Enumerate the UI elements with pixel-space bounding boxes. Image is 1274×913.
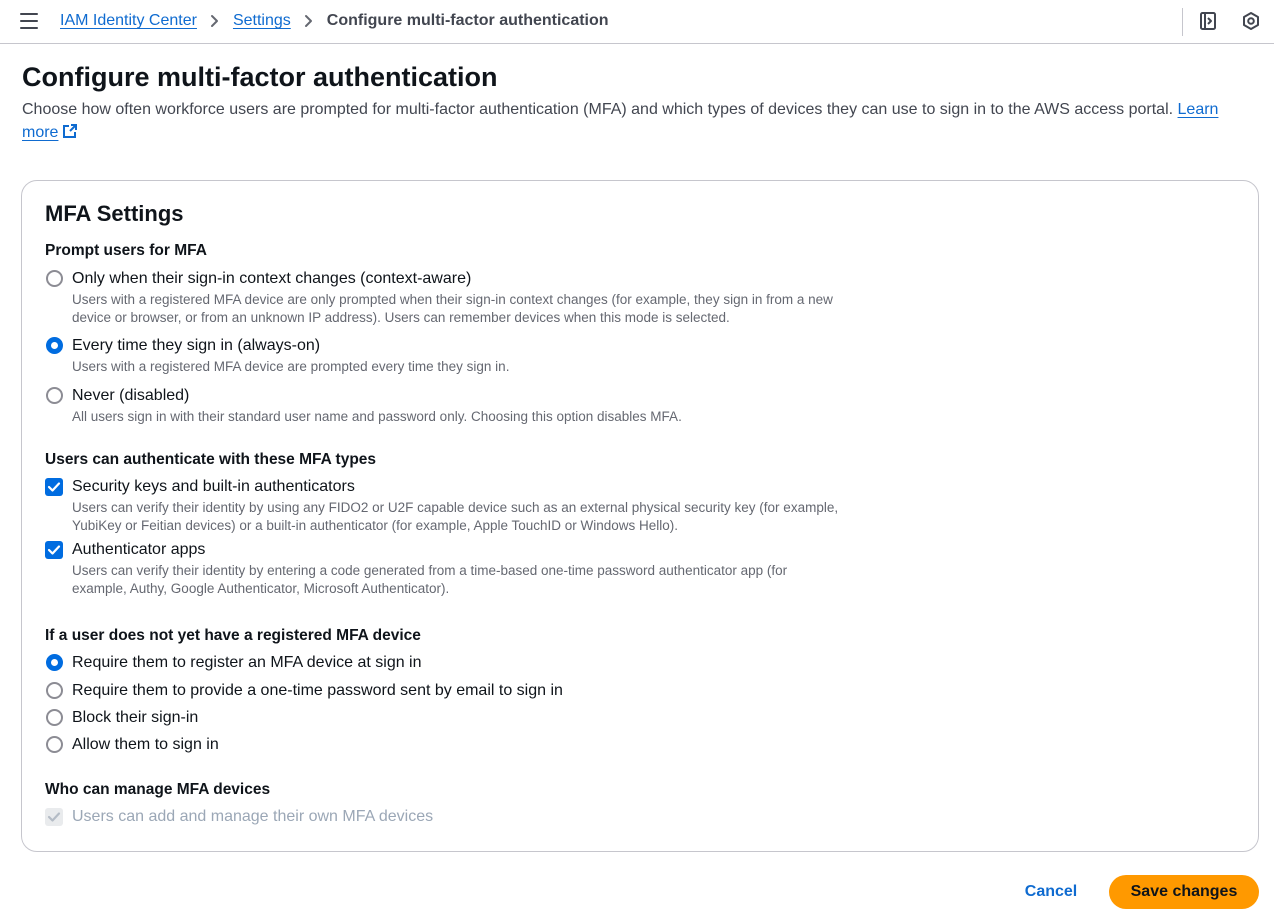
- option-description: Users with a registered MFA device are o…: [72, 292, 833, 325]
- option-label: Require them to register an MFA device a…: [72, 654, 422, 671]
- option-label: Never (disabled): [72, 387, 190, 404]
- manage-devices-group-label: Who can manage MFA devices: [45, 781, 271, 798]
- option-label: Require them to provide a one-time passw…: [72, 682, 563, 699]
- radio-button[interactable]: [46, 682, 63, 699]
- option-description: Users can verify their identity by enter…: [72, 563, 788, 596]
- check-icon: [47, 545, 61, 555]
- no-device-group-label: If a user does not yet have a registered…: [45, 627, 421, 644]
- option-description: Users with a registered MFA device are p…: [72, 359, 510, 374]
- settings-hex-icon[interactable]: [1241, 11, 1261, 31]
- radio-button[interactable]: [46, 709, 63, 726]
- option-description: Users can verify their identity by using…: [72, 500, 839, 533]
- page-description: Choose how often workforce users are pro…: [22, 98, 1242, 144]
- radio-button[interactable]: [46, 387, 63, 404]
- top-navigation-bar: IAM Identity Center Settings Configure m…: [0, 0, 1274, 44]
- breadcrumb-settings[interactable]: Settings: [233, 11, 291, 31]
- panel-title: MFA Settings: [45, 201, 184, 226]
- checkbox-checked[interactable]: [45, 478, 63, 496]
- mfa-settings-panel: MFA Settings Prompt users for MFA Only w…: [21, 180, 1259, 852]
- prompt-mfa-group-label: Prompt users for MFA: [45, 242, 207, 259]
- panel-toggle-icon[interactable]: [1198, 11, 1218, 31]
- chevron-right-icon: [210, 15, 218, 27]
- toolbar-divider: [1182, 8, 1183, 36]
- page-title: Configure multi-factor authentication: [22, 62, 498, 92]
- check-icon: [47, 482, 61, 492]
- option-description: All users sign in with their standard us…: [72, 409, 682, 424]
- option-label: Security keys and built-in authenticator…: [72, 478, 355, 495]
- cancel-button[interactable]: Cancel: [1012, 876, 1090, 908]
- radio-button-selected[interactable]: [46, 337, 63, 354]
- external-link-icon: [63, 124, 78, 138]
- mfa-types-group-label: Users can authenticate with these MFA ty…: [45, 451, 377, 468]
- option-label: Every time they sign in (always-on): [72, 337, 321, 354]
- chevron-right-icon: [304, 15, 312, 27]
- option-label: Allow them to sign in: [72, 736, 219, 753]
- checkbox-disabled: [45, 808, 63, 826]
- breadcrumb-current-page: Configure multi-factor authentication: [326, 12, 609, 29]
- option-label: Authenticator apps: [72, 541, 206, 558]
- option-label: Block their sign-in: [72, 709, 199, 726]
- option-label: Only when their sign-in context changes …: [72, 270, 472, 287]
- option-label: Users can add and manage their own MFA d…: [72, 808, 434, 825]
- breadcrumb: IAM Identity Center Settings Configure m…: [60, 11, 609, 31]
- radio-button[interactable]: [46, 270, 63, 287]
- radio-button[interactable]: [46, 736, 63, 753]
- check-icon: [47, 812, 61, 822]
- radio-button-selected[interactable]: [46, 654, 63, 671]
- page-description-text: Choose how often workforce users are pro…: [22, 101, 1178, 118]
- save-changes-button[interactable]: Save changes: [1109, 875, 1259, 909]
- breadcrumb-iam-identity-center[interactable]: IAM Identity Center: [60, 11, 197, 31]
- menu-icon[interactable]: [20, 13, 38, 29]
- checkbox-checked[interactable]: [45, 541, 63, 559]
